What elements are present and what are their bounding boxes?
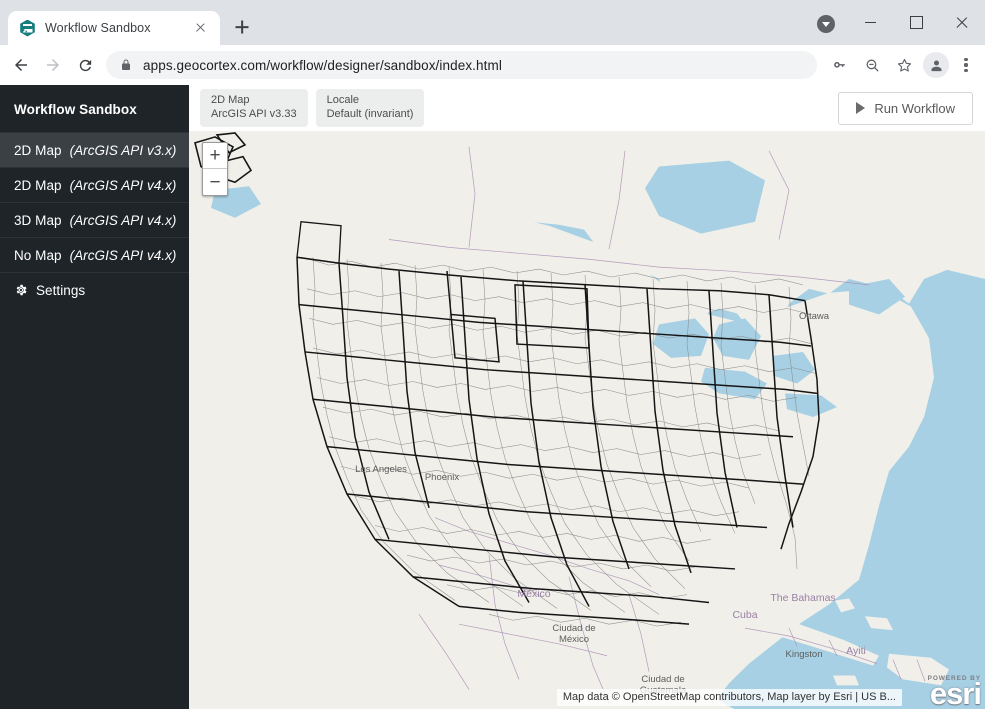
app-toolbar: 2D Map ArcGIS API v3.33 Locale Default (…: [189, 85, 985, 131]
zoom-out-icon[interactable]: [857, 50, 887, 80]
back-arrow-icon[interactable]: [6, 50, 36, 80]
chip-line2: ArcGIS API v3.33: [211, 108, 297, 121]
run-workflow-label: Run Workflow: [874, 101, 955, 116]
reload-icon[interactable]: [70, 50, 100, 80]
download-badge-icon[interactable]: [817, 15, 835, 33]
forward-arrow-icon: [38, 50, 68, 80]
play-icon: [856, 102, 865, 114]
sidebar-item-3d-map-v4[interactable]: 3D Map (ArcGIS API v4.x): [0, 202, 189, 237]
sidebar-item-settings[interactable]: Settings: [0, 272, 189, 307]
address-bar[interactable]: apps.geocortex.com/workflow/designer/san…: [106, 51, 817, 79]
profile-avatar-icon[interactable]: [923, 52, 949, 78]
close-icon[interactable]: [190, 18, 210, 38]
sidebar-item-detail: (ArcGIS API v4.x): [70, 213, 177, 228]
new-tab-button[interactable]: [228, 13, 256, 41]
map-attribution[interactable]: Map data © OpenStreetMap contributors, M…: [557, 689, 902, 706]
browser-window: Workflow Sandbox apps.geocortex.: [0, 0, 985, 709]
browser-tab[interactable]: Workflow Sandbox: [8, 11, 220, 45]
map-zoom-controls: + −: [202, 142, 228, 196]
sidebar-item-2d-map-v4[interactable]: 2D Map (ArcGIS API v4.x): [0, 167, 189, 202]
lock-icon: [120, 58, 132, 72]
sidebar-item-detail: (ArcGIS API v3.x): [70, 143, 177, 158]
zoom-in-button[interactable]: +: [203, 143, 227, 169]
key-icon[interactable]: [825, 50, 855, 80]
browser-toolbar: apps.geocortex.com/workflow/designer/san…: [0, 45, 985, 85]
chip-line1: 2D Map: [211, 94, 297, 107]
window-controls: [847, 0, 985, 45]
close-icon[interactable]: [939, 0, 985, 45]
map-info-chip[interactable]: 2D Map ArcGIS API v3.33: [200, 89, 308, 127]
url-text: apps.geocortex.com/workflow/designer/san…: [143, 58, 502, 73]
zoom-out-button[interactable]: −: [203, 169, 227, 195]
sidebar-item-label: 2D Map: [14, 178, 62, 193]
chip-line2: Default (invariant): [327, 108, 414, 121]
sidebar-item-label: 3D Map: [14, 213, 62, 228]
esri-brand-label: esri: [928, 680, 981, 708]
sidebar-item-label: 2D Map: [14, 143, 62, 158]
app-content: 2D Map ArcGIS API v3.33 Locale Default (…: [189, 85, 985, 709]
chip-line1: Locale: [327, 94, 414, 107]
app-sidebar: Workflow Sandbox 2D Map (ArcGIS API v3.x…: [0, 85, 189, 709]
gear-icon: [14, 283, 28, 297]
kebab-menu-icon[interactable]: [953, 52, 979, 78]
sidebar-item-label: No Map: [14, 248, 62, 263]
tab-title: Workflow Sandbox: [45, 21, 181, 35]
run-workflow-button[interactable]: Run Workflow: [838, 92, 973, 125]
workflow-hex-icon: [19, 20, 36, 37]
maximize-icon[interactable]: [893, 0, 939, 45]
sidebar-settings-label: Settings: [36, 283, 85, 298]
map-canvas[interactable]: Ottawa Los Angeles Phoenix México Ciudad…: [189, 131, 985, 709]
sidebar-item-2d-map-v3[interactable]: 2D Map (ArcGIS API v3.x): [0, 132, 189, 167]
locale-chip[interactable]: Locale Default (invariant): [316, 89, 425, 127]
sidebar-item-detail: (ArcGIS API v4.x): [70, 248, 177, 263]
sidebar-item-detail: (ArcGIS API v4.x): [70, 178, 177, 193]
basemap-graphic: [189, 131, 985, 709]
sidebar-item-no-map-v4[interactable]: No Map (ArcGIS API v4.x): [0, 237, 189, 272]
star-icon[interactable]: [889, 50, 919, 80]
minimize-icon[interactable]: [847, 0, 893, 45]
page-viewport: Workflow Sandbox 2D Map (ArcGIS API v3.x…: [0, 85, 985, 709]
sidebar-title: Workflow Sandbox: [0, 85, 189, 132]
esri-logo: POWERED BY esri: [928, 675, 981, 708]
tab-strip: Workflow Sandbox: [0, 0, 985, 45]
